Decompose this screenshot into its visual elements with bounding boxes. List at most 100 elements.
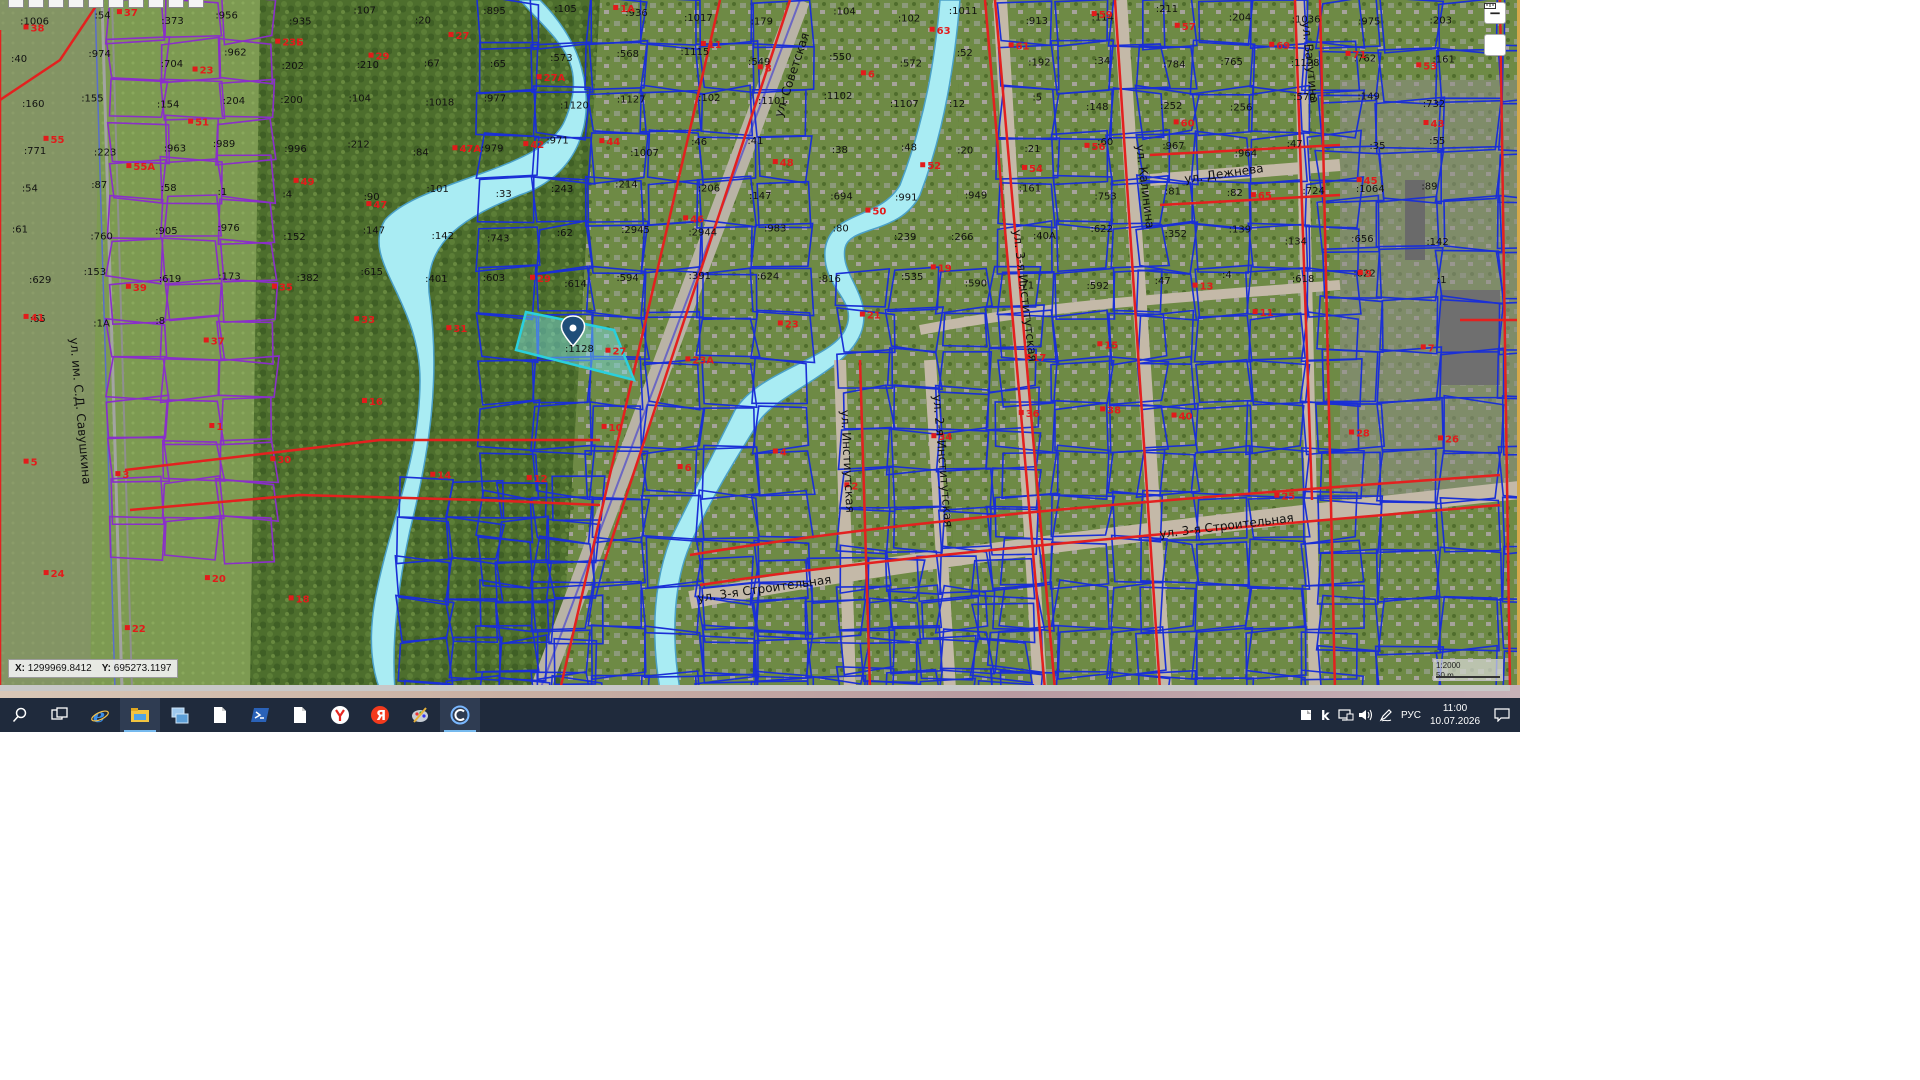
layers-icon[interactable] [48, 0, 64, 8]
parcel-number-label: :1А [93, 319, 110, 330]
house-number-label: 47 [373, 200, 387, 211]
screen: :1006:54:373:956:935:107:20:895:105:936:… [0, 0, 1520, 732]
building-marker [1438, 435, 1444, 441]
parcel-number-label: :134 [1285, 236, 1307, 247]
tool-icon[interactable] [88, 0, 104, 8]
volume-icon [1359, 709, 1373, 721]
tray-k-button[interactable]: k [1316, 698, 1336, 732]
save-icon[interactable] [148, 0, 164, 8]
parcel-number-label: :991 [895, 192, 917, 203]
file-explorer-button[interactable] [120, 698, 160, 732]
parcel-number-label: :142 [1426, 237, 1448, 248]
house-number-label: 26 [1445, 434, 1459, 445]
x-label: X: [15, 663, 25, 674]
action-center-button[interactable] [1484, 698, 1520, 732]
parcel-number-label: :243 [551, 184, 573, 195]
language-indicator[interactable]: РУС [1396, 710, 1426, 721]
building-marker [1021, 164, 1027, 170]
parcel-number-label: :619 [159, 274, 181, 285]
camera-app-button[interactable] [440, 698, 480, 732]
table-icon[interactable] [128, 0, 144, 8]
yandex-browser-button[interactable] [320, 698, 360, 732]
cart-icon[interactable] [188, 0, 204, 8]
measure-icon[interactable] [168, 0, 184, 8]
parcel-number-label: :204 [223, 96, 245, 107]
print-icon[interactable] [28, 0, 44, 8]
building-marker [1420, 344, 1426, 350]
building-marker [1173, 119, 1179, 125]
internet-explorer-button[interactable]: e [80, 698, 120, 732]
parcel-number-label: :84 [413, 147, 429, 158]
house-number-label: 10 [609, 423, 623, 434]
yandex-button[interactable]: Я [360, 698, 400, 732]
parcel-number-label: :46 [691, 137, 707, 148]
ruler-button[interactable] [1484, 3, 1506, 56]
taskbar: e Я k РУС 11:00 10.07.2026 [0, 698, 1520, 732]
parcel-number-label: :4 [282, 189, 292, 200]
search-button[interactable] [0, 698, 40, 732]
parcel-number-label: :979 [481, 144, 503, 155]
parcel-number-label: :173 [218, 272, 240, 283]
document-app-button-2[interactable] [280, 698, 320, 732]
house-number-label: 29 [376, 52, 390, 63]
building-marker [757, 64, 763, 70]
parcel-number-label: :61 [12, 224, 28, 235]
copy-icon[interactable] [68, 0, 84, 8]
task-view-button[interactable] [40, 698, 80, 732]
parcel-number-label: :40А [1033, 231, 1056, 242]
x-value: 1299969.8412 [27, 663, 92, 674]
parcel-number-label: :2945 [621, 225, 650, 236]
parcel-number-label: :760 [90, 232, 112, 243]
parcel-number-label: :35 [1369, 141, 1385, 152]
coordinate-readout: X: 1299969.8412 Y: 695273.1197 [8, 659, 179, 678]
window-edge [1517, 0, 1520, 690]
paint-button[interactable] [400, 698, 440, 732]
scale-ratio: 1:2000 [1436, 661, 1461, 670]
house-number-label: 50 [872, 207, 886, 218]
building-marker [677, 464, 683, 470]
parcel-number-label: :12 [949, 99, 965, 110]
house-number-label: 49 [301, 177, 315, 188]
building-marker [1171, 412, 1177, 418]
tray-notes-button[interactable] [1296, 698, 1316, 732]
house-number-label: 52 [927, 161, 941, 172]
house-number-label: 23 [200, 66, 214, 77]
y-label: Y: [101, 663, 112, 674]
parcel-number-label: :153 [84, 267, 106, 278]
parcel-number-label: :55 [1429, 136, 1445, 147]
parcel-number-label: :214 [615, 179, 637, 190]
parcel-number-label: :101 [426, 184, 448, 195]
parcel-number-label: :732 [1423, 99, 1445, 110]
tray-network-button[interactable] [1336, 698, 1356, 732]
building-marker [1356, 177, 1362, 183]
clock[interactable]: 11:00 10.07.2026 [1426, 702, 1484, 728]
building-marker [530, 274, 536, 280]
map-viewport[interactable]: :1006:54:373:956:935:107:20:895:105:936:… [0, 0, 1520, 690]
identify-icon[interactable] [8, 0, 24, 8]
parcel-number-label: :82 [1227, 188, 1243, 199]
kaspersky-icon: k [1321, 709, 1330, 722]
parcel-number-label: :977 [484, 93, 506, 104]
parcel-number-label: :8 [155, 316, 165, 327]
tray-volume-button[interactable] [1356, 698, 1376, 732]
building-marker [1008, 42, 1014, 48]
map-icon[interactable] [108, 0, 124, 8]
network-app-button[interactable] [160, 698, 200, 732]
house-number-label: 37 [124, 8, 138, 19]
house-number-label: 37 [211, 336, 225, 347]
parcel-number-label: :47 [1287, 139, 1303, 150]
house-number-label: 3 [122, 470, 129, 481]
parcel-number-label: :573 [550, 53, 572, 64]
cadastral-map[interactable]: :1006:54:373:956:935:107:20:895:105:936:… [0, 0, 1520, 690]
house-number-label: 25 [1281, 492, 1295, 503]
document-icon [214, 707, 226, 723]
tray-pen-button[interactable] [1376, 698, 1396, 732]
building-marker [865, 207, 871, 213]
powershell-button[interactable] [240, 698, 280, 732]
document-app-button[interactable] [200, 698, 240, 732]
parcel-number-label: :614 [564, 279, 586, 290]
building-marker [361, 397, 367, 403]
house-number-label: 40 [1178, 412, 1192, 423]
parcel-number-label: :34 [1094, 56, 1110, 67]
parcel-number-label: :592 [1086, 281, 1108, 292]
